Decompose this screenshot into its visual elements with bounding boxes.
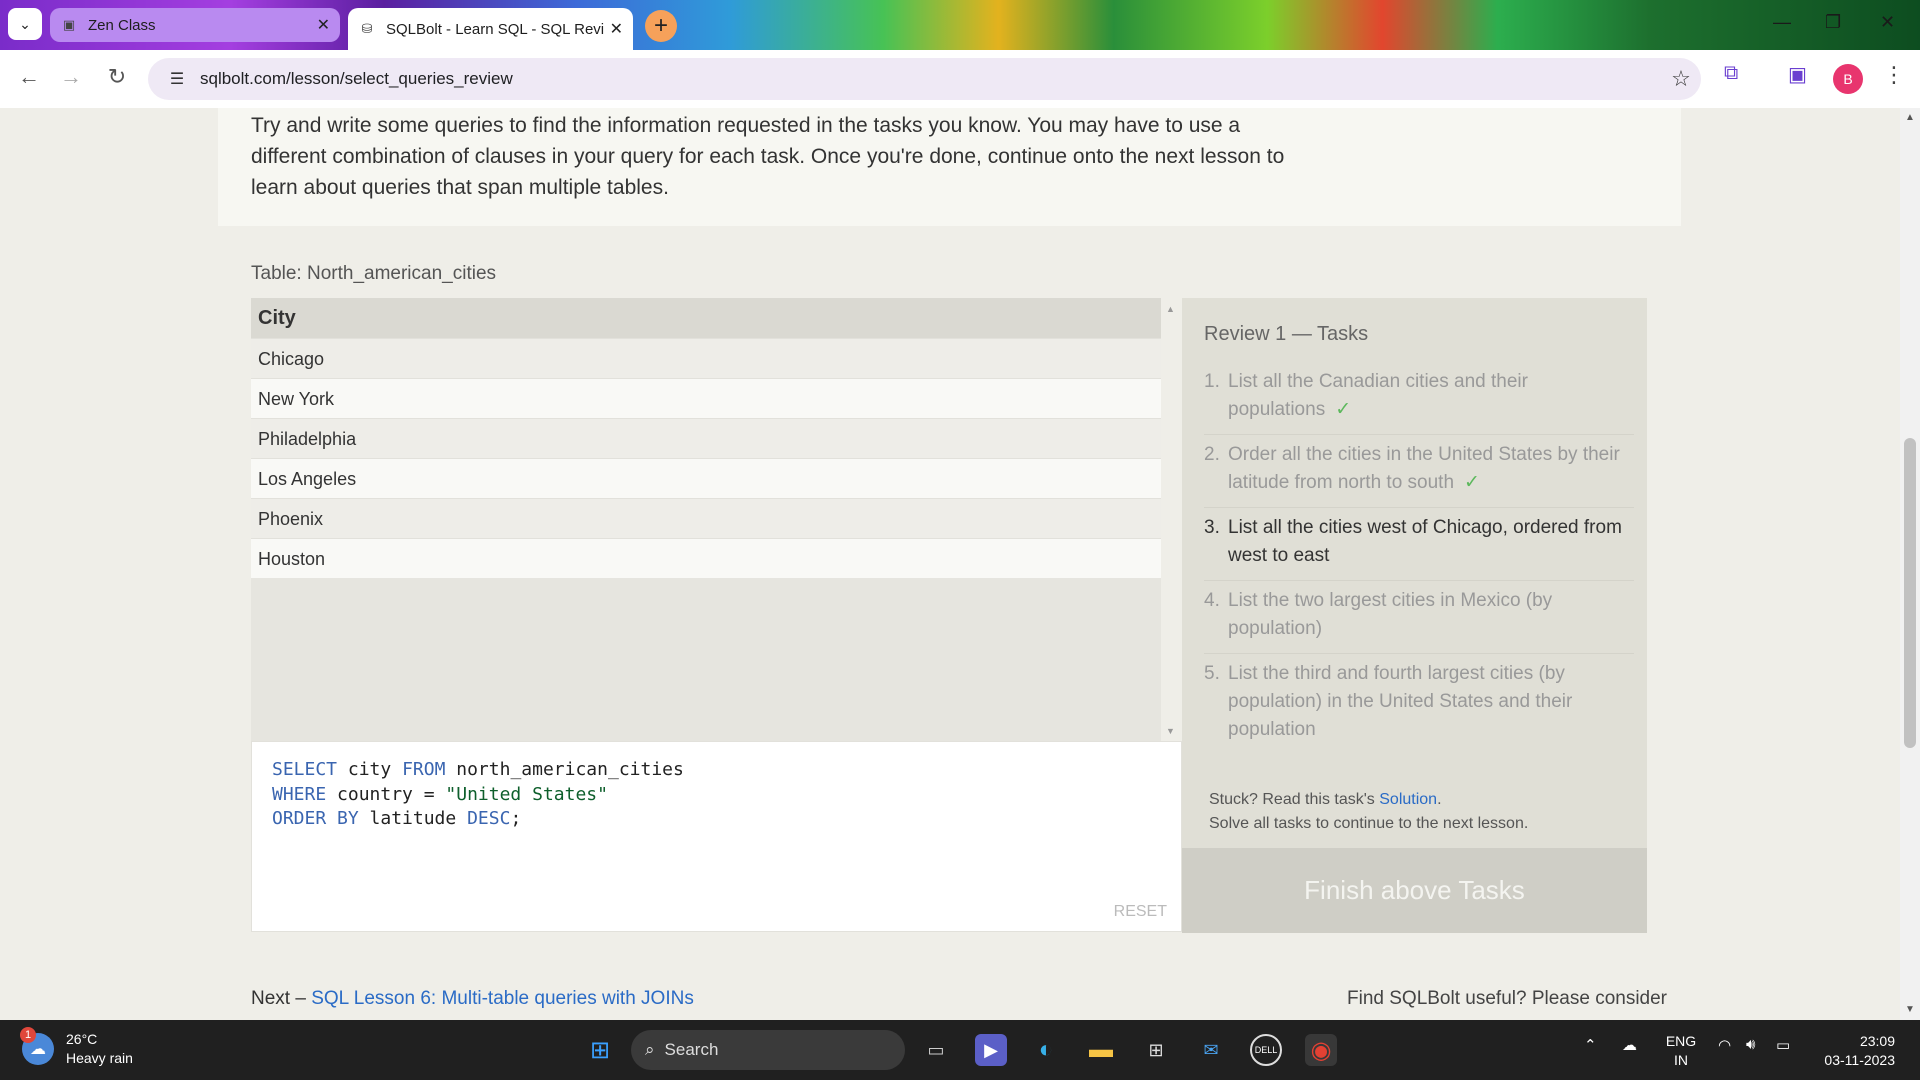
sql-editor[interactable]: SELECT city FROM north_american_cities W… xyxy=(251,741,1182,932)
table-label: Table: North_american_cities xyxy=(251,263,497,284)
tasks-panel: Review 1 — Tasks 1. List all the Canadian… xyxy=(1182,298,1647,848)
tab-search-button[interactable]: ⌄ xyxy=(8,8,42,40)
new-tab-button[interactable]: + xyxy=(645,10,677,42)
sql-code[interactable]: SELECT city FROM north_american_cities W… xyxy=(272,758,684,832)
battery-icon[interactable]: ▭ xyxy=(1776,1036,1790,1054)
microsoft-store-icon[interactable]: ⊞ xyxy=(1140,1034,1172,1066)
table-row: Philadelphia xyxy=(251,418,1161,458)
scroll-down-icon[interactable]: ▼ xyxy=(1905,1004,1915,1015)
table-row: Phoenix xyxy=(251,498,1161,538)
results-table: City Chicago New York Philadelphia Los A… xyxy=(251,298,1182,741)
task-item[interactable]: 4. List the two largest cities in Mexico … xyxy=(1204,581,1634,654)
close-window-icon[interactable]: ✕ xyxy=(1880,12,1895,33)
mail-icon[interactable]: ✉ xyxy=(1195,1034,1227,1066)
table-header-city: City xyxy=(251,298,1161,338)
table-scrollbar[interactable]: ▲ ▼ xyxy=(1161,298,1182,741)
database-favicon-icon: ⛁ xyxy=(361,21,373,36)
windows-start-icon[interactable]: ⊞ xyxy=(584,1034,616,1066)
reload-icon[interactable]: ↻ xyxy=(102,64,132,90)
scrollbar-thumb[interactable] xyxy=(1904,438,1916,748)
show-hidden-icons-icon[interactable]: ⌃ xyxy=(1584,1036,1597,1054)
weather-widget[interactable]: ☁ 1 26°C Heavy rain xyxy=(20,1027,133,1068)
notification-badge: 1 xyxy=(20,1027,36,1043)
scroll-up-icon[interactable]: ▲ xyxy=(1905,112,1915,123)
browser-menu-icon[interactable]: ⋮ xyxy=(1883,62,1905,88)
back-icon[interactable]: ← xyxy=(14,64,44,90)
stuck-help-text: Stuck? Read this task's Solution. Solve … xyxy=(1209,791,1529,832)
taskbar-search[interactable]: ⌕ Search xyxy=(631,1030,905,1070)
page-content: Try and write some queries to find the i… xyxy=(0,108,1920,1020)
table-row: Los Angeles xyxy=(251,458,1161,498)
task-item-current[interactable]: 3. List all the cities west of Chicago, o… xyxy=(1204,508,1634,581)
site-settings-icon[interactable]: ☰ xyxy=(162,69,192,89)
task-item[interactable]: 2. Order all the cities in the United Sta… xyxy=(1204,435,1634,508)
rain-cloud-icon: ☁ 1 xyxy=(20,1027,54,1065)
tab-title: SQLBolt - Learn SQL - SQL Review xyxy=(386,20,604,38)
task-item[interactable]: 5. List the third and fourth largest citi… xyxy=(1204,654,1634,754)
minimize-icon[interactable]: — xyxy=(1773,12,1791,33)
onedrive-cloud-icon[interactable]: ☁ xyxy=(1622,1036,1637,1054)
side-panel-icon[interactable]: ▣ xyxy=(1788,62,1807,87)
next-lesson-link[interactable]: SQL Lesson 6: Multi-table queries with J… xyxy=(311,988,694,1009)
close-tab-icon[interactable]: ✕ xyxy=(610,19,623,39)
task-list: 1. List all the Canadian cities and their… xyxy=(1204,362,1634,754)
extensions-icon[interactable]: ⧉ xyxy=(1724,62,1738,85)
intro-text: Try and write some queries to find the i… xyxy=(251,114,1285,199)
support-text: Find SQLBolt useful? Please consider xyxy=(1347,988,1668,1009)
task-item[interactable]: 1. List all the Canadian cities and their… xyxy=(1204,362,1634,435)
dell-icon[interactable]: DELL xyxy=(1250,1034,1282,1066)
task-view-icon[interactable]: ▭ xyxy=(920,1034,952,1066)
edge-browser-icon[interactable]: ◐ xyxy=(1030,1034,1062,1066)
search-icon: ⌕ xyxy=(645,1040,655,1059)
page-scrollbar[interactable]: ▲ ▼ xyxy=(1900,108,1920,1020)
table-row: Houston xyxy=(251,538,1161,578)
table-row: Chicago xyxy=(251,338,1161,378)
language-indicator[interactable]: ENG IN xyxy=(1665,1032,1697,1070)
restore-icon[interactable]: ❐ xyxy=(1825,12,1841,33)
profile-avatar[interactable]: B xyxy=(1833,64,1863,94)
tab-sqlbolt[interactable]: ⛁ SQLBolt - Learn SQL - SQL Review ✕ xyxy=(348,8,633,50)
tasks-title: Review 1 — Tasks xyxy=(1204,323,1369,345)
next-lesson-line: Next – SQL Lesson 6: Multi-table queries… xyxy=(251,988,694,1009)
url-text[interactable]: sqlbolt.com/lesson/select_queries_review xyxy=(200,69,1661,89)
finish-tasks-button[interactable]: Finish above Tasks xyxy=(1182,848,1647,933)
bookmark-star-icon[interactable]: ☆ xyxy=(1661,66,1701,92)
weather-condition: Heavy rain xyxy=(66,1050,133,1066)
close-tab-icon[interactable]: ✕ xyxy=(317,15,330,35)
scroll-down-icon[interactable]: ▼ xyxy=(1166,726,1175,736)
tab-title: Zen Class xyxy=(88,16,156,34)
solve-all-text: Solve all tasks to continue to the next … xyxy=(1209,815,1529,832)
temperature: 26°C xyxy=(66,1031,98,1047)
solution-link[interactable]: Solution xyxy=(1379,791,1437,808)
search-label: Search xyxy=(664,1040,719,1059)
forward-icon[interactable]: → xyxy=(56,64,86,90)
check-icon: ✓ xyxy=(1335,399,1352,420)
address-bar[interactable]: ☰ sqlbolt.com/lesson/select_queries_revi… xyxy=(148,58,1701,100)
chrome-icon[interactable]: ◉ xyxy=(1305,1034,1337,1066)
browser-tab-bar: ⌄ ▣ Zen Class ✕ ⛁ SQLBolt - Learn SQL - … xyxy=(0,0,1920,50)
windows-taskbar: ☁ 1 26°C Heavy rain ⊞ ⌕ Search ▭ ▶ ◐ ▬ ⊞… xyxy=(0,1020,1920,1080)
check-icon: ✓ xyxy=(1464,472,1480,493)
browser-toolbar: ← → ↻ ☰ sqlbolt.com/lesson/select_querie… xyxy=(0,50,1920,108)
scroll-up-icon[interactable]: ▲ xyxy=(1166,304,1175,314)
wifi-icon[interactable]: ◠ xyxy=(1718,1036,1731,1054)
reset-button[interactable]: RESET xyxy=(1114,903,1167,921)
zen-class-favicon-icon: ▣ xyxy=(62,17,76,32)
teams-chat-icon[interactable]: ▶ xyxy=(975,1034,1007,1066)
system-clock[interactable]: 23:09 03-11-2023 xyxy=(1810,1032,1895,1070)
table-row: New York xyxy=(251,378,1161,418)
volume-icon[interactable]: 🔊︎ xyxy=(1746,1036,1755,1053)
chevron-down-icon: ⌄ xyxy=(19,15,31,32)
tab-zen-class[interactable]: ▣ Zen Class ✕ xyxy=(50,8,340,42)
file-explorer-icon[interactable]: ▬ xyxy=(1085,1034,1117,1066)
